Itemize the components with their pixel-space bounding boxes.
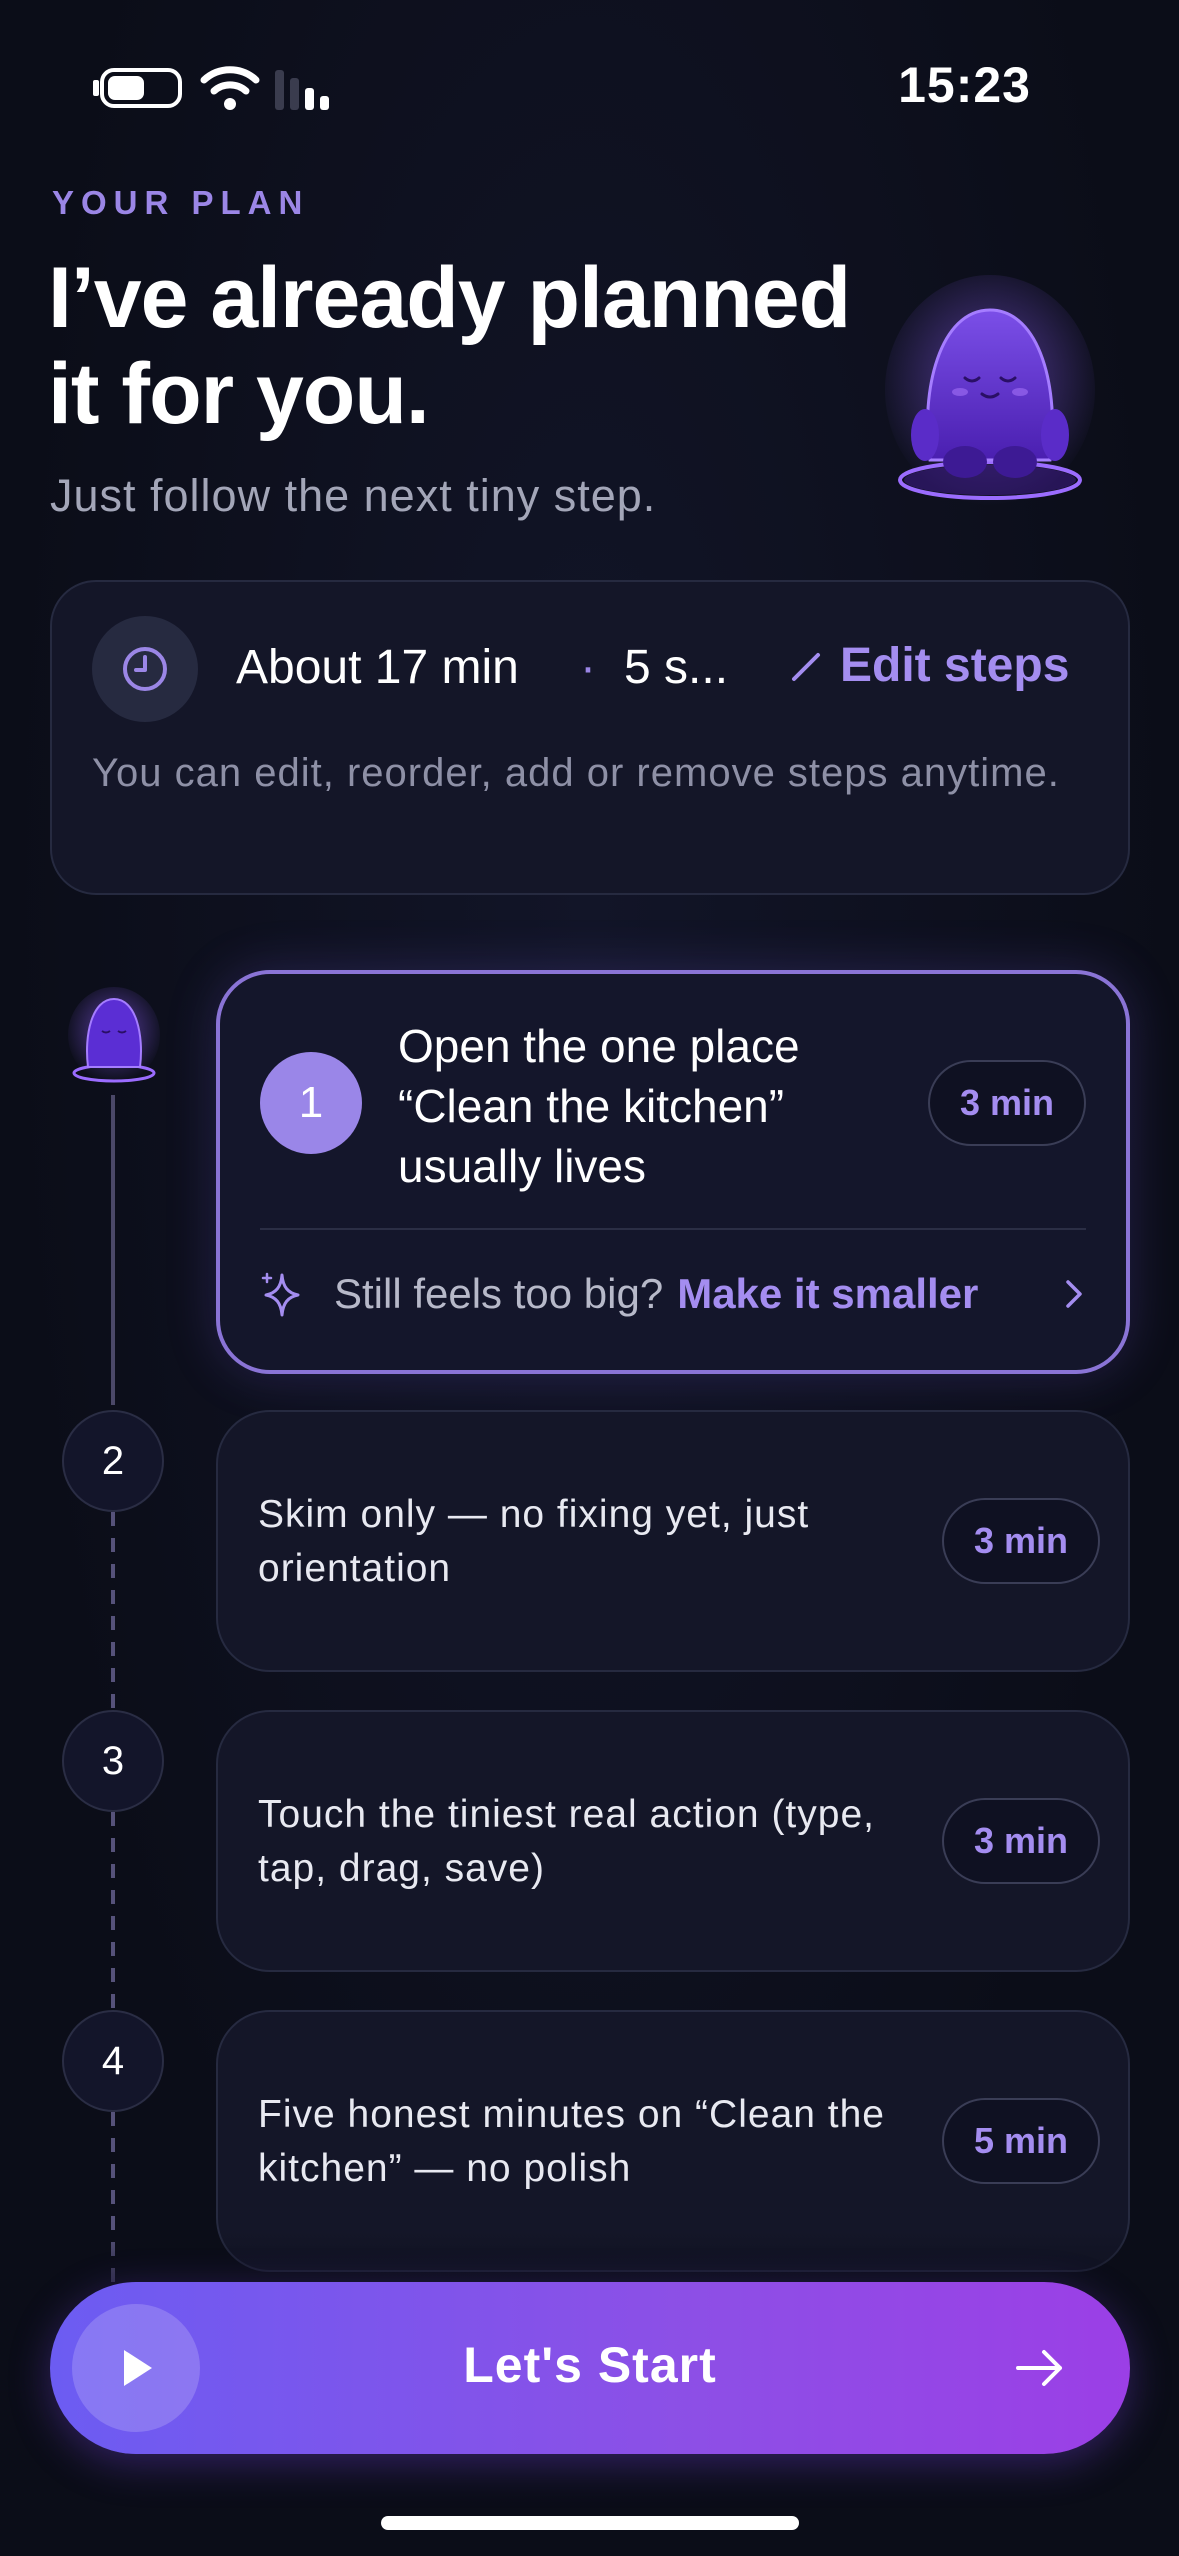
make-smaller-row[interactable]: Still feels too big? Make it smaller bbox=[260, 1244, 1086, 1344]
plan-screen: 15:23 YOUR PLAN I’ve already planned it … bbox=[0, 0, 1179, 2556]
mascot-icon bbox=[885, 275, 1095, 505]
signal-icon bbox=[275, 70, 329, 110]
timeline-line-dashed bbox=[111, 1512, 115, 1712]
step-duration-pill: 3 min bbox=[941, 1498, 1100, 1584]
step-card[interactable]: Skim only — no fixing yet, just orientat… bbox=[216, 1410, 1130, 1672]
step-duration-pill: 3 min bbox=[927, 1060, 1086, 1146]
divider bbox=[260, 1228, 1086, 1230]
step-card[interactable]: Touch the tiniest real action (type, tap… bbox=[216, 1710, 1130, 1972]
make-smaller-link[interactable]: Make it smaller bbox=[677, 1270, 978, 1318]
status-time: 15:23 bbox=[898, 57, 1031, 113]
list-fade bbox=[0, 2230, 1179, 2290]
status-bar: 15:23 bbox=[0, 0, 1179, 180]
battery-nub bbox=[93, 80, 99, 96]
separator-dot: · bbox=[580, 641, 596, 694]
mascot-icon bbox=[68, 987, 160, 1083]
page-subtitle: Just follow the next tiny step. bbox=[50, 470, 657, 521]
home-indicator[interactable] bbox=[381, 2516, 799, 2530]
step-number-badge: 3 bbox=[62, 1710, 164, 1812]
step-count: 5 s... bbox=[624, 641, 729, 694]
page-title: I’ve already planned it for you. bbox=[48, 250, 851, 442]
step-text: Open the one place “Clean the kitchen” u… bbox=[398, 1020, 800, 1192]
wifi-icon bbox=[200, 66, 260, 110]
make-smaller-question: Still feels too big? bbox=[334, 1270, 664, 1317]
lets-start-label: Let's Start bbox=[463, 2337, 717, 2393]
section-eyebrow: YOUR PLAN bbox=[52, 184, 310, 221]
step-number-badge: 1 bbox=[260, 1052, 362, 1154]
edit-steps-label: Edit steps bbox=[840, 639, 1070, 692]
step-text: Touch the tiniest real action (type, tap… bbox=[258, 1793, 875, 1890]
sparkle-icon bbox=[261, 1272, 300, 1317]
step-number-badge: 4 bbox=[62, 2010, 164, 2112]
pencil-icon bbox=[792, 652, 820, 681]
timeline-line-active bbox=[111, 1095, 115, 1405]
step-text: Five honest minutes on “Clean the kitche… bbox=[258, 2093, 885, 2190]
edit-hint: You can edit, reorder, add or remove ste… bbox=[92, 751, 1060, 795]
lets-start-button[interactable]: Let's Start bbox=[50, 2282, 1130, 2454]
timeline-line-dashed bbox=[111, 1812, 115, 2012]
edit-steps-button[interactable]: Edit steps bbox=[790, 638, 1069, 693]
plan-summary-card: About 17 min · 5 s... Edit steps You can… bbox=[50, 580, 1130, 895]
battery-icon bbox=[100, 68, 182, 108]
step-duration-pill: 5 min bbox=[941, 2098, 1100, 2184]
total-duration: About 17 min bbox=[236, 641, 519, 694]
step-text: Skim only — no fixing yet, just orientat… bbox=[258, 1493, 810, 1590]
step-card-active[interactable]: 1 Open the one place “Clean the kitchen”… bbox=[216, 970, 1130, 1374]
step-number-badge: 2 bbox=[62, 1410, 164, 1512]
chevron-right-icon bbox=[1066, 1280, 1082, 1308]
step-duration-pill: 3 min bbox=[941, 1798, 1100, 1884]
arrow-right-icon bbox=[1016, 2350, 1062, 2386]
clock-icon bbox=[92, 616, 198, 722]
